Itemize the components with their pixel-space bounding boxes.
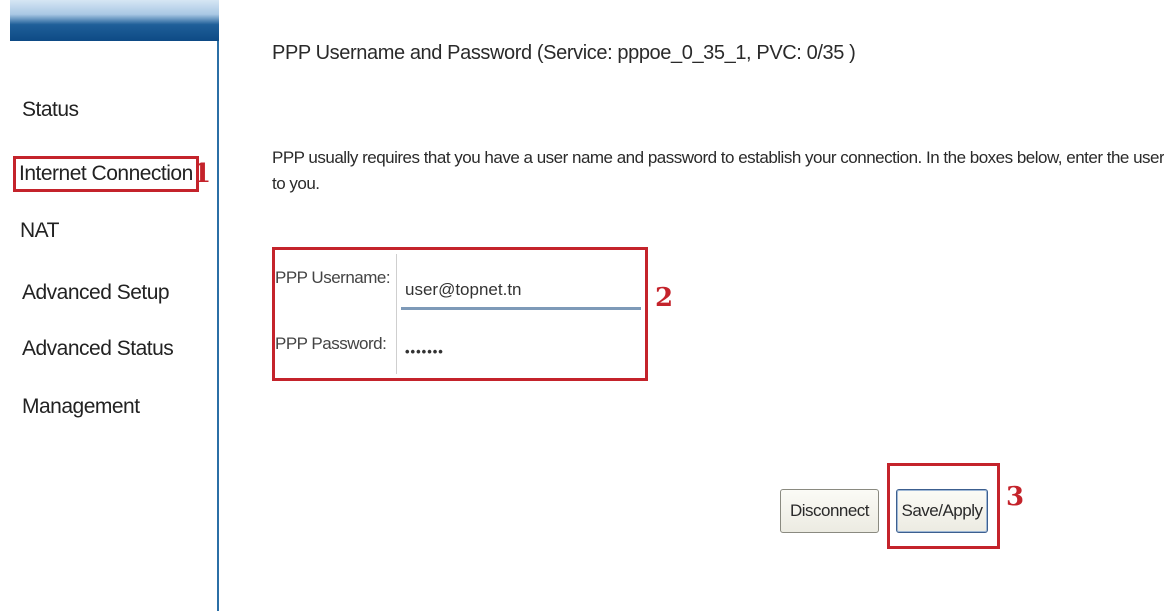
sidebar-item-status[interactable]: Status xyxy=(22,98,79,122)
credentials-box: PPP Username: PPP Password: xyxy=(272,247,648,381)
save-apply-button[interactable]: Save/Apply xyxy=(896,489,988,533)
username-label: PPP Username: xyxy=(275,268,391,287)
password-label: PPP Password: xyxy=(275,334,387,353)
annotation-marker-3: 3 xyxy=(1006,482,1025,512)
sidebar-item-advanced-status[interactable]: Advanced Status xyxy=(22,337,174,361)
username-input[interactable] xyxy=(401,272,641,310)
page-title: PPP Username and Password (Service: pppo… xyxy=(272,42,856,64)
sidebar-item-advanced-setup[interactable]: Advanced Setup xyxy=(22,281,170,305)
description-line-1: PPP usually requires that you have a use… xyxy=(272,148,1164,167)
save-apply-highlight: Save/Apply xyxy=(887,463,1000,549)
annotation-marker-1: 1 xyxy=(193,159,212,189)
sidebar xyxy=(0,0,219,611)
sidebar-item-nat[interactable]: NAT xyxy=(20,219,59,243)
save-apply-label: Save/Apply xyxy=(901,501,984,520)
description-line-2: to you. xyxy=(272,174,320,193)
sidebar-header-bar xyxy=(10,0,219,41)
disconnect-button[interactable]: Disconnect xyxy=(780,489,879,533)
sidebar-item-internet-connection[interactable]: Internet Connection xyxy=(13,156,199,192)
password-input[interactable] xyxy=(401,332,641,370)
annotation-marker-2: 2 xyxy=(655,283,674,313)
page-description: PPP usually requires that you have a use… xyxy=(272,134,1164,193)
field-divider xyxy=(396,254,397,374)
sidebar-item-management[interactable]: Management xyxy=(22,395,140,419)
